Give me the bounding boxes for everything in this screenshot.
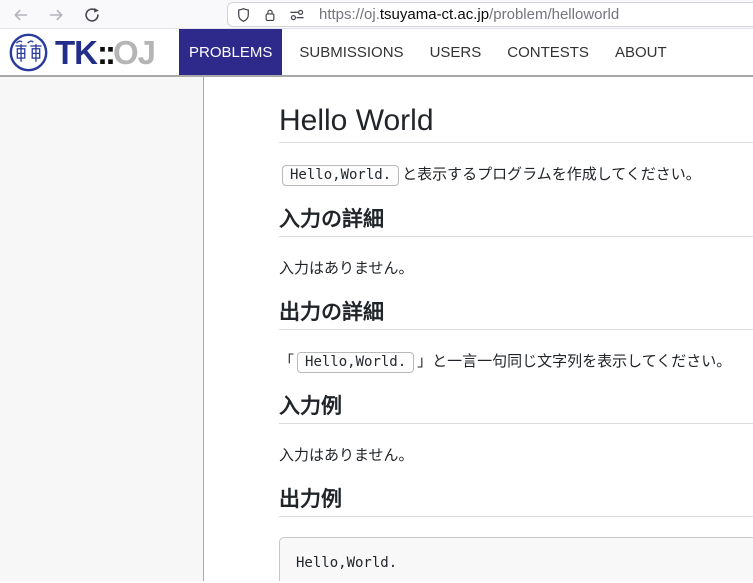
brand-logo[interactable]: TK::OJ: [8, 29, 156, 75]
brand-wordmark: TK::OJ: [55, 33, 156, 71]
reload-icon: [85, 7, 99, 22]
output-example-code-block: Hello,World.: [279, 537, 753, 581]
inline-code-hello-world-2: Hello,World.: [297, 352, 415, 373]
output-details-prefix: 「: [279, 353, 295, 370]
browser-window: https://oj.tsuyama-ct.ac.jp/problem/hell…: [0, 0, 753, 583]
back-button[interactable]: [7, 2, 33, 27]
sidebar: [0, 77, 204, 581]
nav-item-users[interactable]: USERS: [421, 29, 491, 75]
forward-button[interactable]: [43, 2, 69, 27]
url-scheme: https://oj.: [319, 6, 380, 23]
input-details-body: 入力はありません。: [279, 260, 414, 277]
section-heading-output-example: 出力例: [279, 487, 753, 517]
url-path: /problem/helloworld: [489, 6, 620, 23]
https-lock-icon[interactable]: [262, 7, 278, 23]
page-body: Hello World Hello,World. と表示するプログラムを作成してく…: [0, 77, 753, 581]
nav-item-problems[interactable]: PROBLEMS: [179, 29, 283, 75]
section-heading-output-details: 出力の詳細: [279, 300, 753, 330]
nav-item-about[interactable]: ABOUT: [606, 29, 676, 75]
inline-code-hello-world: Hello,World.: [282, 165, 400, 186]
tracking-protection-shield-icon[interactable]: [235, 7, 251, 23]
site-navbar: TK::OJ PROBLEMS SUBMISSIONS USERS CONTES…: [0, 29, 753, 77]
site-permissions-icon[interactable]: [289, 7, 305, 23]
nav-item-submissions[interactable]: SUBMISSIONS: [290, 29, 412, 75]
reload-button[interactable]: [79, 2, 105, 27]
college-emblem-icon: [9, 33, 48, 72]
problem-statement-text: と表示するプログラムを作成してください。: [402, 166, 701, 183]
nav-item-contests[interactable]: CONTESTS: [498, 29, 598, 75]
forward-arrow-icon: [49, 9, 62, 20]
section-heading-input-details: 入力の詳細: [279, 207, 753, 237]
problem-content: Hello World Hello,World. と表示するプログラムを作成してく…: [204, 77, 753, 581]
browser-toolbar: https://oj.tsuyama-ct.ac.jp/problem/hell…: [0, 0, 753, 29]
url-text: https://oj.tsuyama-ct.ac.jp/problem/hell…: [319, 6, 619, 23]
section-heading-input-example: 入力例: [279, 394, 753, 424]
page-title: Hello World: [279, 104, 753, 143]
url-domain: tsuyama-ct.ac.jp: [379, 6, 490, 23]
output-example-code: Hello,World.: [296, 555, 398, 571]
input-example-body: 入力はありません。: [279, 447, 414, 464]
back-arrow-icon: [14, 9, 27, 20]
problem-statement: Hello,World. と表示するプログラムを作成してください。: [279, 163, 753, 187]
wordmark-oj: OJ: [112, 33, 156, 71]
output-details-body: 「Hello,World. 」と一言一句同じ文字列を表示してください。: [279, 350, 753, 374]
wordmark-separator: ::: [97, 33, 116, 71]
url-bar[interactable]: https://oj.tsuyama-ct.ac.jp/problem/hell…: [227, 2, 753, 27]
output-details-suffix: 」と一言一句同じ文字列を表示してください。: [417, 353, 732, 370]
wordmark-tk: TK: [55, 33, 98, 71]
nav-menu: PROBLEMS SUBMISSIONS USERS CONTESTS ABOU…: [179, 29, 684, 75]
